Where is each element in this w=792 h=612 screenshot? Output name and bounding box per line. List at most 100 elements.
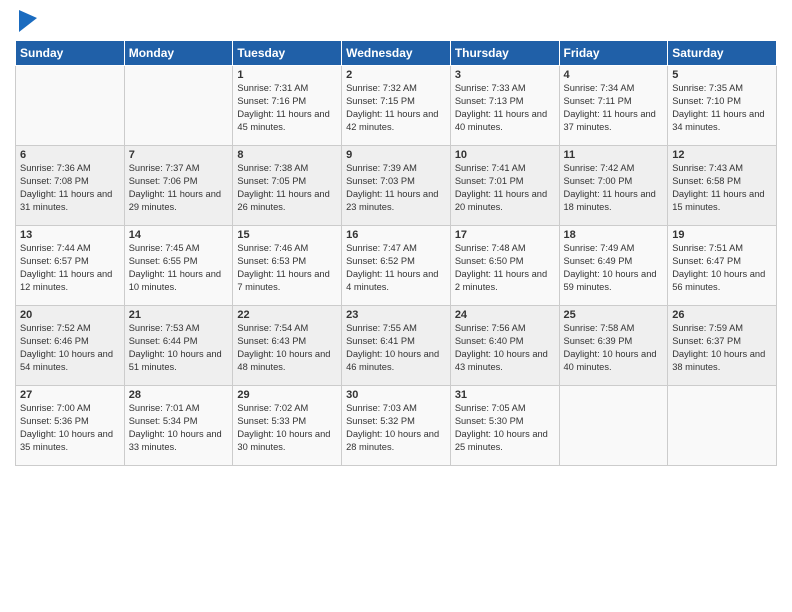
day-number: 23 — [346, 309, 446, 321]
day-number: 22 — [237, 309, 337, 321]
cell-info: Sunrise: 7:53 AMSunset: 6:44 PMDaylight:… — [129, 323, 222, 372]
day-number: 2 — [346, 69, 446, 81]
day-number: 13 — [20, 229, 120, 241]
col-header-tuesday: Tuesday — [233, 41, 342, 66]
cell-info: Sunrise: 7:56 AMSunset: 6:40 PMDaylight:… — [455, 323, 548, 372]
day-number: 8 — [237, 149, 337, 161]
col-header-saturday: Saturday — [668, 41, 777, 66]
cell-info: Sunrise: 7:35 AMSunset: 7:10 PMDaylight:… — [672, 83, 764, 132]
day-cell: 2 Sunrise: 7:32 AMSunset: 7:15 PMDaylight… — [342, 66, 451, 146]
day-number: 19 — [672, 229, 772, 241]
week-row-3: 13 Sunrise: 7:44 AMSunset: 6:57 PMDayligh… — [16, 226, 777, 306]
header — [15, 10, 777, 32]
day-cell — [668, 386, 777, 466]
week-row-4: 20 Sunrise: 7:52 AMSunset: 6:46 PMDayligh… — [16, 306, 777, 386]
day-cell: 22 Sunrise: 7:54 AMSunset: 6:43 PMDayligh… — [233, 306, 342, 386]
week-row-5: 27 Sunrise: 7:00 AMSunset: 5:36 PMDayligh… — [16, 386, 777, 466]
day-number: 16 — [346, 229, 446, 241]
day-cell: 23 Sunrise: 7:55 AMSunset: 6:41 PMDayligh… — [342, 306, 451, 386]
day-cell: 31 Sunrise: 7:05 AMSunset: 5:30 PMDayligh… — [450, 386, 559, 466]
cell-info: Sunrise: 7:38 AMSunset: 7:05 PMDaylight:… — [237, 163, 329, 212]
day-number: 20 — [20, 309, 120, 321]
day-cell: 15 Sunrise: 7:46 AMSunset: 6:53 PMDayligh… — [233, 226, 342, 306]
day-cell — [559, 386, 668, 466]
cell-info: Sunrise: 7:44 AMSunset: 6:57 PMDaylight:… — [20, 243, 112, 292]
cell-info: Sunrise: 7:03 AMSunset: 5:32 PMDaylight:… — [346, 403, 439, 452]
day-cell: 14Sunrise: 7:45 AMSunset: 6:55 PMDayligh… — [124, 226, 233, 306]
col-header-sunday: Sunday — [16, 41, 125, 66]
cell-info: Sunrise: 7:58 AMSunset: 6:39 PMDaylight:… — [564, 323, 657, 372]
day-number: 12 — [672, 149, 772, 161]
day-cell: 3 Sunrise: 7:33 AMSunset: 7:13 PMDaylight… — [450, 66, 559, 146]
cell-info: Sunrise: 7:33 AMSunset: 7:13 PMDaylight:… — [455, 83, 547, 132]
day-cell: 7 Sunrise: 7:37 AMSunset: 7:06 PMDaylight… — [124, 146, 233, 226]
day-cell: 10Sunrise: 7:41 AMSunset: 7:01 PMDayligh… — [450, 146, 559, 226]
day-number: 26 — [672, 309, 772, 321]
day-number: 15 — [237, 229, 337, 241]
cell-info: Sunrise: 7:42 AMSunset: 7:00 PMDaylight:… — [564, 163, 656, 212]
day-cell: 27 Sunrise: 7:00 AMSunset: 5:36 PMDayligh… — [16, 386, 125, 466]
day-number: 28 — [129, 389, 229, 401]
day-cell: 20 Sunrise: 7:52 AMSunset: 6:46 PMDayligh… — [16, 306, 125, 386]
day-number: 29 — [237, 389, 337, 401]
cell-info: Sunrise: 7:02 AMSunset: 5:33 PMDaylight:… — [237, 403, 330, 452]
day-number: 27 — [20, 389, 120, 401]
cell-info: Sunrise: 7:54 AMSunset: 6:43 PMDaylight:… — [237, 323, 330, 372]
cell-info: Sunrise: 7:37 AMSunset: 7:06 PMDaylight:… — [129, 163, 221, 212]
day-cell: 5 Sunrise: 7:35 AMSunset: 7:10 PMDaylight… — [668, 66, 777, 146]
day-cell: 16 Sunrise: 7:47 AMSunset: 6:52 PMDayligh… — [342, 226, 451, 306]
day-cell: 28 Sunrise: 7:01 AMSunset: 5:34 PMDayligh… — [124, 386, 233, 466]
col-header-thursday: Thursday — [450, 41, 559, 66]
day-cell: 21 Sunrise: 7:53 AMSunset: 6:44 PMDayligh… — [124, 306, 233, 386]
cell-info: Sunrise: 7:39 AMSunset: 7:03 PMDaylight:… — [346, 163, 438, 212]
day-cell — [16, 66, 125, 146]
day-cell: 29 Sunrise: 7:02 AMSunset: 5:33 PMDayligh… — [233, 386, 342, 466]
cell-info: Sunrise: 7:59 AMSunset: 6:37 PMDaylight:… — [672, 323, 765, 372]
cell-info: Sunrise: 7:49 AMSunset: 6:49 PMDaylight:… — [564, 243, 657, 292]
cell-info: Sunrise: 7:52 AMSunset: 6:46 PMDaylight:… — [20, 323, 113, 372]
day-number: 25 — [564, 309, 664, 321]
day-number: 3 — [455, 69, 555, 81]
day-cell: 6 Sunrise: 7:36 AMSunset: 7:08 PMDaylight… — [16, 146, 125, 226]
logo — [15, 10, 37, 32]
cell-info: Sunrise: 7:32 AMSunset: 7:15 PMDaylight:… — [346, 83, 438, 132]
cell-info: Sunrise: 7:47 AMSunset: 6:52 PMDaylight:… — [346, 243, 438, 292]
logo-icon — [19, 10, 37, 32]
cell-info: Sunrise: 7:48 AMSunset: 6:50 PMDaylight:… — [455, 243, 547, 292]
cell-info: Sunrise: 7:55 AMSunset: 6:41 PMDaylight:… — [346, 323, 439, 372]
day-cell: 13 Sunrise: 7:44 AMSunset: 6:57 PMDayligh… — [16, 226, 125, 306]
day-number: 21 — [129, 309, 229, 321]
day-cell: 26 Sunrise: 7:59 AMSunset: 6:37 PMDayligh… — [668, 306, 777, 386]
day-cell — [124, 66, 233, 146]
cell-info: Sunrise: 7:05 AMSunset: 5:30 PMDaylight:… — [455, 403, 548, 452]
day-number: 7 — [129, 149, 229, 161]
day-number: 6 — [20, 149, 120, 161]
day-number: 5 — [672, 69, 772, 81]
day-number: 11 — [564, 149, 664, 161]
day-cell: 25 Sunrise: 7:58 AMSunset: 6:39 PMDayligh… — [559, 306, 668, 386]
cell-info: Sunrise: 7:01 AMSunset: 5:34 PMDaylight:… — [129, 403, 222, 452]
day-cell: 24Sunrise: 7:56 AMSunset: 6:40 PMDayligh… — [450, 306, 559, 386]
day-cell: 30 Sunrise: 7:03 AMSunset: 5:32 PMDayligh… — [342, 386, 451, 466]
day-number: 30 — [346, 389, 446, 401]
week-row-2: 6 Sunrise: 7:36 AMSunset: 7:08 PMDaylight… — [16, 146, 777, 226]
day-cell: 18Sunrise: 7:49 AMSunset: 6:49 PMDayligh… — [559, 226, 668, 306]
day-number: 10 — [455, 149, 555, 161]
week-row-1: 1Sunrise: 7:31 AMSunset: 7:16 PMDaylight… — [16, 66, 777, 146]
day-cell: 17Sunrise: 7:48 AMSunset: 6:50 PMDayligh… — [450, 226, 559, 306]
cell-info: Sunrise: 7:51 AMSunset: 6:47 PMDaylight:… — [672, 243, 765, 292]
day-number: 4 — [564, 69, 664, 81]
col-header-friday: Friday — [559, 41, 668, 66]
day-cell: 19 Sunrise: 7:51 AMSunset: 6:47 PMDayligh… — [668, 226, 777, 306]
cell-info: Sunrise: 7:36 AMSunset: 7:08 PMDaylight:… — [20, 163, 112, 212]
day-cell: 9Sunrise: 7:39 AMSunset: 7:03 PMDaylight… — [342, 146, 451, 226]
cell-info: Sunrise: 7:31 AMSunset: 7:16 PMDaylight:… — [237, 83, 329, 132]
page: SundayMondayTuesdayWednesdayThursdayFrid… — [0, 0, 792, 612]
day-number: 31 — [455, 389, 555, 401]
day-number: 14 — [129, 229, 229, 241]
day-cell: 1Sunrise: 7:31 AMSunset: 7:16 PMDaylight… — [233, 66, 342, 146]
cell-info: Sunrise: 7:46 AMSunset: 6:53 PMDaylight:… — [237, 243, 329, 292]
cell-info: Sunrise: 7:00 AMSunset: 5:36 PMDaylight:… — [20, 403, 113, 452]
calendar-table: SundayMondayTuesdayWednesdayThursdayFrid… — [15, 40, 777, 466]
day-cell: 8 Sunrise: 7:38 AMSunset: 7:05 PMDaylight… — [233, 146, 342, 226]
